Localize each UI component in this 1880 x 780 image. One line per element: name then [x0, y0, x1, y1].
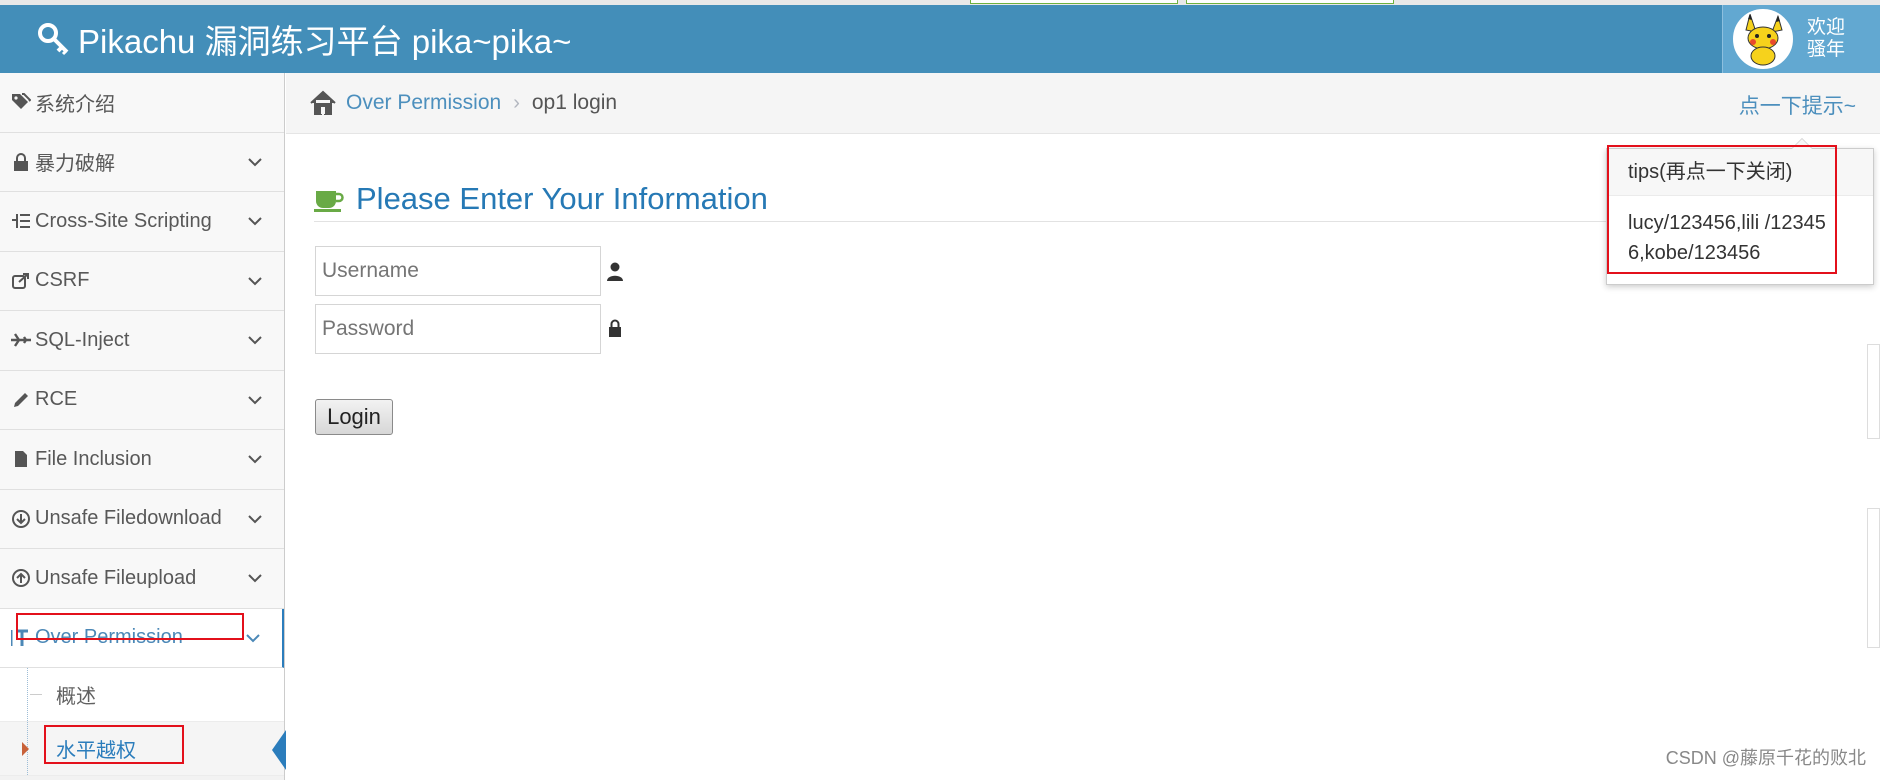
sitemap-icon	[11, 211, 31, 231]
user-icon	[607, 262, 623, 281]
app-title: Pikachu 漏洞练习平台 pika~pika~	[78, 23, 572, 60]
sidebar-item-label: Cross-Site Scripting	[35, 209, 212, 232]
sidebar-item-label: 暴力破解	[35, 153, 115, 176]
chevron-down-icon	[248, 276, 262, 285]
sidebar-item-fileupload[interactable]: Unsafe Fileupload	[0, 549, 284, 609]
home-icon[interactable]	[310, 90, 336, 116]
chevron-down-icon	[248, 217, 262, 226]
sidebar-item-bruteforce[interactable]: 暴力破解	[0, 132, 284, 192]
chevron-down-icon	[248, 574, 262, 583]
watermark: CSDN @藤原千花的败北	[1665, 748, 1866, 768]
sidebar-item-label: Unsafe Filedownload	[35, 507, 222, 530]
share-icon	[11, 271, 31, 291]
chevron-down-icon	[248, 395, 262, 404]
top-tab-2	[1186, 0, 1394, 4]
login-button[interactable]: Login	[315, 399, 393, 435]
hint-link[interactable]: 点一下提示~	[1739, 90, 1856, 120]
top-navbar: Pikachu 漏洞练习平台 pika~pika~ 欢迎 骚年	[0, 5, 1880, 73]
page-title: Please Enter Your Information	[356, 180, 768, 216]
caret-right-icon	[22, 742, 29, 756]
breadcrumb: Over Permission › op1 login 点一下提示~	[286, 73, 1880, 134]
annotation-box-tips	[1607, 145, 1837, 274]
user-menu[interactable]: 欢迎 骚年	[1722, 5, 1880, 73]
sidebar-item-filedownload[interactable]: Unsafe Filedownload	[0, 489, 284, 549]
chevron-down-icon	[246, 633, 260, 642]
sidebar-item-label: 系统介绍	[35, 93, 115, 116]
pencil-icon	[11, 390, 31, 410]
sidebar-item-intro[interactable]: 系统介绍	[0, 73, 284, 133]
sidebar-item-csrf[interactable]: CSRF	[0, 251, 284, 311]
password-input[interactable]	[315, 304, 601, 354]
tags-icon	[11, 92, 31, 112]
annotation-box-horizontal	[44, 725, 184, 764]
chevron-down-icon	[248, 514, 262, 523]
sidebar-item-xss[interactable]: Cross-Site Scripting	[0, 192, 284, 252]
breadcrumb-current: op1 login	[531, 91, 618, 114]
username-input[interactable]	[315, 246, 601, 296]
welcome-line-1: 欢迎	[1807, 17, 1846, 38]
welcome-line-2: 骚年	[1807, 39, 1846, 60]
coffee-icon	[314, 190, 344, 212]
welcome-text: 欢迎 骚年	[1807, 17, 1845, 61]
sidebar-item-rce[interactable]: RCE	[0, 370, 284, 430]
sidebar-subitem-label: 概述	[56, 686, 96, 708]
brand[interactable]: Pikachu 漏洞练习平台 pika~pika~	[36, 19, 571, 60]
sidebar-item-label: SQL-Inject	[35, 328, 130, 351]
sidebar-item-file-inclusion[interactable]: File Inclusion	[0, 430, 284, 490]
sidebar-item-label: Unsafe Fileupload	[35, 566, 197, 589]
plane-icon	[11, 330, 31, 350]
chevron-down-icon	[248, 336, 262, 345]
key-icon	[38, 23, 69, 56]
avatar	[1733, 9, 1793, 69]
tree-line	[27, 668, 28, 721]
active-indicator-arrow	[272, 730, 286, 770]
lock-icon	[11, 152, 31, 172]
breadcrumb-separator: ›	[513, 91, 520, 114]
side-widget[interactable]	[1867, 508, 1880, 648]
tree-dash	[30, 694, 42, 695]
chevron-down-icon	[248, 157, 262, 166]
sidebar: 系统介绍 暴力破解 Cross-Site Scripting CSRF SQL-…	[0, 73, 286, 780]
upload-icon	[11, 568, 31, 588]
breadcrumb-parent-link[interactable]: Over Permission	[346, 91, 501, 115]
sidebar-item-label: CSRF	[35, 269, 90, 292]
side-widget[interactable]	[1867, 344, 1880, 439]
annotation-box-over-permission	[16, 613, 244, 640]
lock-icon	[609, 319, 621, 337]
sidebar-item-label: RCE	[35, 388, 78, 411]
file-icon	[11, 449, 31, 469]
sidebar-item-sqli[interactable]: SQL-Inject	[0, 311, 284, 371]
top-tab-1	[970, 0, 1178, 4]
chevron-down-icon	[248, 455, 262, 464]
sidebar-item-label: File Inclusion	[35, 447, 152, 470]
download-icon	[11, 509, 31, 529]
pikachu-avatar-icon	[1745, 12, 1783, 66]
sidebar-subitem-overview[interactable]: 概述	[0, 668, 284, 722]
